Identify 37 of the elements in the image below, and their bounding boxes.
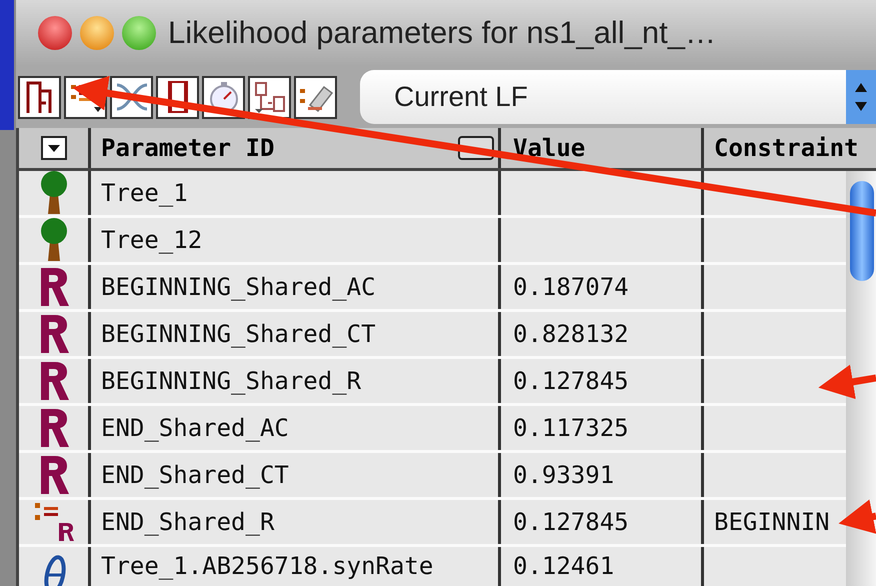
lf-dropdown[interactable]: Current LF <box>360 70 876 124</box>
table-cell: 0.117325 <box>513 414 629 442</box>
dropdown-icon[interactable] <box>40 136 66 160</box>
constraint-diagram-icon <box>254 82 284 113</box>
column-header[interactable]: Parameter ID <box>101 134 274 162</box>
tree-diagram-icon <box>26 82 51 114</box>
table-cell: 0.12461 <box>513 553 614 580</box>
table-cell: 0.828132 <box>513 320 629 348</box>
window-title: Likelihood parameters for ns1_all_nt_… <box>168 15 716 51</box>
table-cell: BEGINNING_Shared_R <box>101 368 362 394</box>
toolbar-button[interactable] <box>294 76 337 118</box>
table-cell: 0.187074 <box>513 274 629 300</box>
annotation-arrow <box>818 364 876 400</box>
crossing-lines-icon <box>115 84 148 110</box>
scrollbar[interactable] <box>846 171 876 586</box>
table-cell: 0.127845 <box>513 508 629 536</box>
toolbar-button[interactable] <box>18 76 61 118</box>
table-cell: Tree_1.AB256718.synRate <box>101 553 434 580</box>
column-header[interactable]: Value <box>513 134 586 162</box>
table-cell: BEGINNIN <box>714 508 830 536</box>
table-cell: END_Shared_AC <box>101 414 289 442</box>
table-cell: END_Shared_R <box>101 508 274 536</box>
list-icon <box>70 85 102 112</box>
table-cell: 0.127845 <box>513 368 629 394</box>
close-button[interactable] <box>38 16 72 50</box>
annotation-arrow <box>838 499 876 534</box>
stepper-icon <box>846 70 876 124</box>
table-cell: BEGINNING_Shared_AC <box>101 274 376 300</box>
column-header[interactable]: Constraint <box>714 134 858 162</box>
table-cell: Tree_1 <box>101 180 188 206</box>
table-cell: END_Shared_CT <box>101 462 289 488</box>
table-cell: BEGINNING_Shared_CT <box>101 320 376 348</box>
toolbar-button[interactable] <box>248 76 291 118</box>
table-cell: Tree_12 <box>101 226 202 254</box>
scroll-thumb[interactable] <box>850 181 874 281</box>
table-cell: 0.93391 <box>513 462 614 488</box>
eraser-icon <box>300 86 333 112</box>
